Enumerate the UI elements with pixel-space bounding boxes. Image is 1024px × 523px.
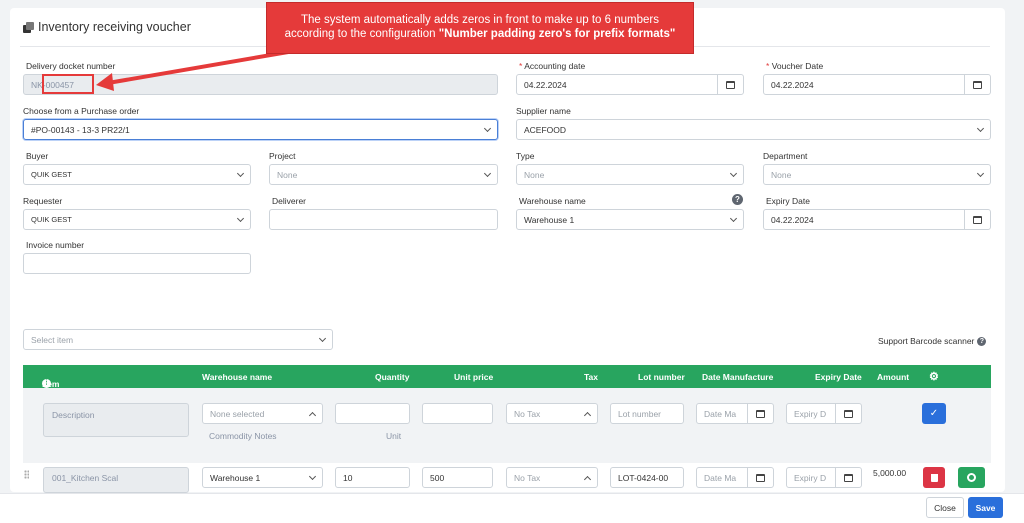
callout-line-1: The system automatically adds zeros in f… [301,14,659,26]
annotation-callout: The system automatically adds zeros in f… [266,2,694,54]
annotation-highlight-box [42,74,94,94]
callout-line-2: according to the configuration "Number p… [284,28,676,40]
annotation-arrow-head [96,73,114,91]
annotation-arrow [96,48,301,91]
annotation-arrow-line [107,48,301,85]
